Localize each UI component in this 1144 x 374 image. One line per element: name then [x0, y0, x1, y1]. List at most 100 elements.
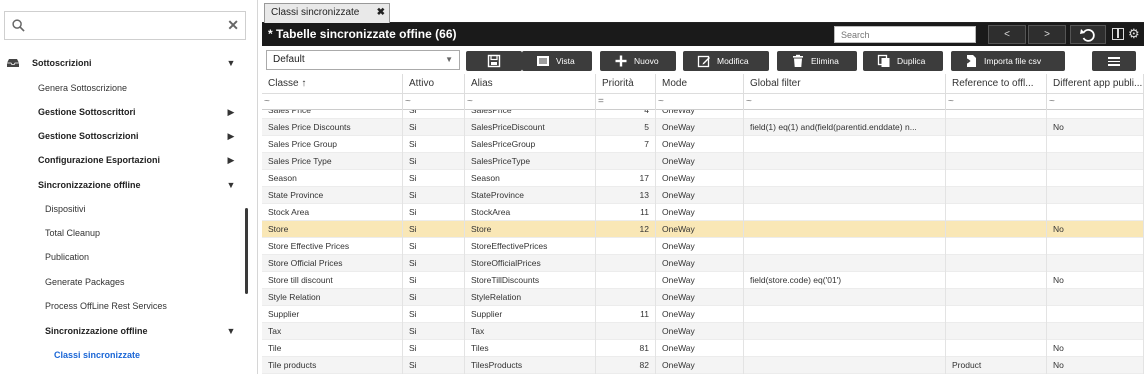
table-row[interactable]: Tile Si Tiles 81 OneWay No	[262, 340, 1144, 357]
menu-button[interactable]	[1092, 51, 1136, 71]
table-cell	[946, 119, 1047, 136]
sidebar-item-label: Process OffLine Rest Services	[45, 301, 167, 311]
undo-icon	[1080, 29, 1095, 42]
tab-classi-sincronizzate[interactable]: Classi sincronizzate ✖	[264, 3, 390, 23]
table-cell	[946, 221, 1047, 238]
grid-body[interactable]: Sales Price Si SalesPrice 4 OneWay Sales Pric…	[262, 110, 1144, 374]
table-row[interactable]: Sales Price Discounts Si SalesPriceDiscoun…	[262, 119, 1144, 136]
sidebar-item-label: Sottoscrizioni	[32, 58, 92, 68]
table-row[interactable]: Tax Si Tax OneWay	[262, 323, 1144, 340]
table-row[interactable]: Season Si Season 17 OneWay	[262, 170, 1144, 187]
chevron-down-icon: ▼	[226, 180, 236, 190]
sidebar-item-sottoscrizioni[interactable]: Sottoscrizioni ▼	[0, 53, 250, 73]
modifica-button[interactable]: Modifica	[683, 51, 769, 71]
sidebar-scrollbar[interactable]	[245, 208, 248, 294]
table-cell: StoreEffectivePrices	[465, 238, 596, 255]
table-cell: Product	[946, 357, 1047, 374]
sidebar-item-configurazione-esportazioni[interactable]: Configurazione Esportazioni ▶	[0, 150, 250, 170]
column-filter[interactable]: ~	[262, 94, 403, 110]
save-button[interactable]	[466, 51, 522, 71]
table-cell	[946, 340, 1047, 357]
tab-bar: Classi sincronizzate ✖	[262, 0, 1144, 23]
table-row[interactable]: Store till discount Si StoreTillDiscounts O…	[262, 272, 1144, 289]
table-cell: OneWay	[656, 357, 744, 374]
sidebar-item-process-offline-rest-services[interactable]: Process OffLine Rest Services	[0, 296, 250, 316]
table-row[interactable]: Stock Area Si StockArea 11 OneWay	[262, 204, 1144, 221]
table-cell	[946, 153, 1047, 170]
column-header-alias[interactable]: Alias	[465, 74, 596, 94]
table-cell	[596, 323, 656, 340]
table-row[interactable]: Store Si Store 12 OneWay No	[262, 221, 1144, 238]
table-row[interactable]: Supplier Si Supplier 11 OneWay	[262, 306, 1144, 323]
table-cell	[1047, 238, 1144, 255]
column-header-priorit[interactable]: Priorità	[596, 74, 656, 94]
table-row[interactable]: Style Relation Si StyleRelation OneWay	[262, 289, 1144, 306]
column-header-mode[interactable]: Mode	[656, 74, 744, 94]
column-filter[interactable]: ~	[946, 94, 1047, 110]
table-cell: No	[1047, 340, 1144, 357]
table-row[interactable]: Sales Price Group Si SalesPriceGroup 7 OneWa…	[262, 136, 1144, 153]
vista-button[interactable]: Vista	[522, 51, 592, 71]
elimina-button[interactable]: Elimina	[777, 51, 857, 71]
table-row[interactable]: Sales Price Si SalesPrice 4 OneWay	[262, 110, 1144, 119]
table-cell: Si	[403, 221, 465, 238]
column-filter[interactable]: ~	[403, 94, 465, 110]
sidebar-item-dispositivi[interactable]: Dispositivi	[0, 199, 250, 219]
column-filter[interactable]: ~	[744, 94, 946, 110]
table-row[interactable]: Sales Price Type Si SalesPriceType OneWay	[262, 153, 1144, 170]
view-select[interactable]: Default ▼	[266, 50, 460, 70]
table-cell: OneWay	[656, 255, 744, 272]
sidebar-item-genera-sottoscrizione[interactable]: Genera Sottoscrizione	[0, 78, 250, 98]
column-header-different-app-publi[interactable]: Different app publi...	[1047, 74, 1144, 94]
sidebar-item-sincronizzazione-offline[interactable]: Sincronizzazione offline ▼	[0, 175, 250, 195]
table-cell: Si	[403, 110, 465, 119]
sidebar-item-sincronizzazione-offline-sub[interactable]: Sincronizzazione offline ▼	[0, 321, 250, 341]
importa-file-csv-button[interactable]: Importa file csv	[951, 51, 1065, 71]
column-filter[interactable]: ~	[465, 94, 596, 110]
table-row[interactable]: Store Official Prices Si StoreOfficialPric…	[262, 255, 1144, 272]
table-cell	[1047, 323, 1144, 340]
sidebar-item-classi-sincronizzate[interactable]: Classi sincronizzate	[0, 345, 250, 365]
chevron-right-icon: ▶	[227, 155, 235, 165]
undo-button[interactable]	[1070, 25, 1106, 44]
column-header-classe[interactable]: Classe ↑	[262, 74, 403, 94]
sidebar-item-publication[interactable]: Publication	[0, 247, 250, 267]
table-cell: Season	[465, 170, 596, 187]
column-filter[interactable]: ~	[656, 94, 744, 110]
table-cell	[744, 255, 946, 272]
table-row[interactable]: Store Effective Prices Si StoreEffectivePr…	[262, 238, 1144, 255]
table-cell	[1047, 136, 1144, 153]
next-button[interactable]: >	[1028, 25, 1066, 44]
sidebar-item-generate-packages[interactable]: Generate Packages	[0, 272, 250, 292]
chevron-down-icon: ▼	[226, 58, 236, 68]
column-filter[interactable]: ~	[1047, 94, 1144, 110]
table-cell	[1047, 170, 1144, 187]
table-cell: OneWay	[656, 153, 744, 170]
gear-icon[interactable]: ⚙	[1128, 26, 1140, 42]
nuovo-button[interactable]: Nuovo	[600, 51, 676, 71]
column-header-global-filter[interactable]: Global filter	[744, 74, 946, 94]
sidebar-item-total-cleanup[interactable]: Total Cleanup	[0, 223, 250, 243]
prev-button[interactable]: <	[988, 25, 1026, 44]
duplica-button[interactable]: Duplica	[863, 51, 943, 71]
table-cell: OneWay	[656, 272, 744, 289]
column-header-attivo[interactable]: Attivo	[403, 74, 465, 94]
table-row[interactable]: State Province Si StateProvince 13 OneWay	[262, 187, 1144, 204]
column-filter[interactable]: =	[596, 94, 656, 110]
close-tab-icon[interactable]: ✖	[377, 4, 385, 22]
trash-icon	[793, 54, 803, 67]
table-cell	[946, 255, 1047, 272]
clear-search-icon[interactable]: ✕	[227, 17, 239, 33]
table-cell	[744, 221, 946, 238]
table-cell: Stock Area	[262, 204, 403, 221]
copy-icon	[877, 54, 890, 67]
sidebar-search[interactable]: ✕	[4, 11, 246, 40]
edit-icon	[697, 55, 710, 68]
table-row[interactable]: Tile products Si TilesProducts 82 OneWay Prod…	[262, 357, 1144, 374]
layout-icon[interactable]	[1112, 28, 1124, 40]
sidebar-search-input[interactable]	[33, 16, 223, 35]
sidebar-item-gestione-sottoscrittori[interactable]: Gestione Sottoscrittori ▶	[0, 102, 250, 122]
grid-search-input[interactable]	[834, 26, 976, 43]
sidebar-item-gestione-sottoscrizioni[interactable]: Gestione Sottoscrizioni ▶	[0, 126, 250, 146]
column-header-reference-to-offl[interactable]: Reference to offl...	[946, 74, 1047, 94]
